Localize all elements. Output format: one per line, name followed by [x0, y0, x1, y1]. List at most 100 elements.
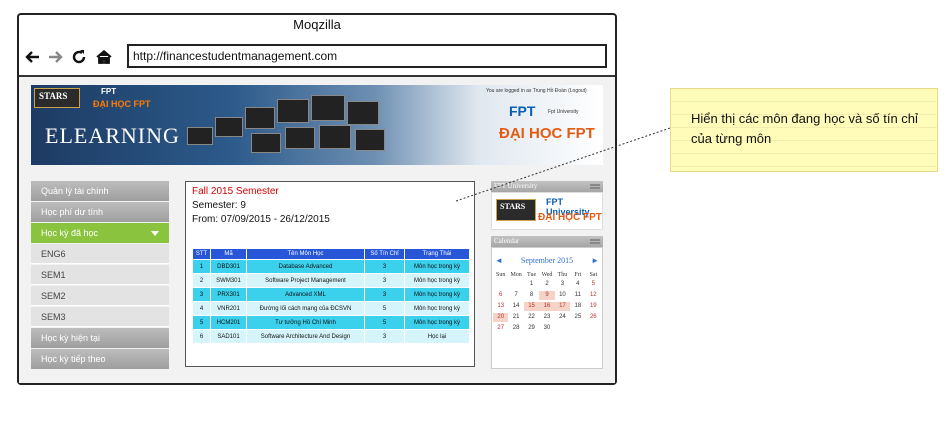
calendar-day[interactable]: 24 — [555, 313, 570, 322]
header-so-tin-chi: Số Tín Chỉ — [364, 248, 405, 260]
fpt-small-logo: FPT — [101, 87, 117, 96]
block-controls-icon[interactable] — [590, 239, 600, 244]
submenu-item-sem3[interactable]: SEM3 — [31, 307, 169, 327]
next-month-button[interactable]: ► — [591, 256, 599, 265]
daihoc-big-logo: ĐẠI HỌC FPT — [499, 125, 595, 142]
calendar-day[interactable]: 4 — [570, 280, 585, 289]
screens-graphic — [181, 93, 401, 159]
forward-arrow-icon[interactable] — [45, 46, 67, 68]
menu-item-hoc-ky-hien-tai[interactable]: Học kỳ hiện tại — [31, 328, 169, 348]
calendar-day[interactable]: 11 — [570, 291, 585, 300]
back-arrow-icon[interactable] — [21, 46, 43, 68]
cell-credits: 3 — [364, 287, 405, 302]
calendar-title: Calendar — [494, 237, 520, 245]
calendar-day[interactable]: 25 — [570, 313, 585, 322]
calendar-day[interactable]: 15 — [523, 302, 540, 311]
table-row: 5 HCM201 Tư tưởng Hồ Chí Minh 5 Môn học … — [192, 315, 470, 330]
logged-in-text: You are logged in as Trung Hồ Đoàn (Logo… — [486, 88, 587, 94]
block-controls-icon[interactable] — [590, 184, 600, 189]
cell-code: HCM201 — [210, 315, 247, 330]
calendar-day[interactable]: 26 — [586, 313, 601, 322]
weekday-label: Wed — [541, 272, 553, 278]
reload-icon[interactable] — [69, 46, 91, 68]
calendar-day[interactable]: 27 — [493, 324, 508, 333]
semester-panel: Fall 2015 Semester Semester: 9 From: 07/… — [185, 181, 475, 367]
fpt-logo-box: STARS FPT University ĐẠI HỌC FPT — [491, 192, 603, 230]
menu-item-label: Học kỳ đã học — [41, 228, 99, 238]
cell-code: SAD101 — [210, 329, 247, 344]
cell-status: Môn học trong kỳ — [404, 273, 470, 288]
calendar-day[interactable]: 23 — [539, 313, 554, 322]
weekday-label: Sat — [589, 272, 598, 278]
cell-code: VNR201 — [210, 301, 247, 316]
calendar-empty-cell — [570, 324, 585, 333]
calendar-day[interactable]: 18 — [570, 302, 585, 311]
weekday-label: Fri — [574, 272, 582, 278]
weekday-label: Mon — [510, 272, 522, 278]
calendar-day[interactable]: 6 — [493, 291, 508, 300]
calendar-day[interactable]: 30 — [539, 324, 554, 333]
menu-item-hoc-ky-tiep-theo[interactable]: Học kỳ tiếp theo — [31, 349, 169, 369]
calendar-empty-cell — [493, 280, 508, 289]
menu-item-hoc-phi-du-tinh[interactable]: Học phí dư tính — [31, 202, 169, 222]
calendar-day[interactable]: 2 — [539, 280, 554, 289]
submenu-item-sem2[interactable]: SEM2 — [31, 286, 169, 306]
calendar-day[interactable]: 9 — [539, 291, 555, 300]
cell-status: Môn học trong kỳ — [404, 287, 470, 302]
calendar-day[interactable]: 1 — [524, 280, 539, 289]
cell-course-name: Software Project Management — [246, 273, 365, 288]
submenu-item-sem1[interactable]: SEM1 — [31, 265, 169, 285]
semester-number: Semester: 9 — [192, 200, 246, 211]
cell-course-name: Software Architecture And Design — [246, 329, 365, 344]
cell-status: Môn học trong kỳ — [404, 259, 470, 274]
calendar-day[interactable]: 16 — [539, 302, 555, 311]
calendar-day[interactable]: 12 — [586, 291, 601, 300]
calendar-day[interactable]: 3 — [555, 280, 570, 289]
cell-credits: 5 — [364, 315, 405, 330]
cell-code: PRX301 — [210, 287, 247, 302]
header-ten-mon-hoc: Tên Môn Học — [246, 248, 365, 260]
calendar-day[interactable]: 29 — [524, 324, 539, 333]
cell-stt: 1 — [192, 259, 211, 274]
menu-item-hoc-ky-da-hoc[interactable]: Học kỳ đã học — [31, 223, 169, 243]
cell-credits: 5 — [364, 301, 405, 316]
cell-course-name: Tư tưởng Hồ Chí Minh — [246, 315, 365, 330]
left-menu: Quản lý tài chính Học phí dư tính Học kỳ… — [31, 181, 169, 370]
cell-code: DBD301 — [210, 259, 247, 274]
cell-status: Môn học trong kỳ — [404, 315, 470, 330]
table-row: 6 SAD101 Software Architecture And Desig… — [192, 329, 470, 344]
cell-course-name: Advanced XML — [246, 287, 365, 302]
calendar-day[interactable]: 10 — [555, 291, 570, 300]
calendar-day[interactable]: 13 — [493, 302, 508, 311]
calendar-day[interactable]: 22 — [524, 313, 539, 322]
cell-stt: 4 — [192, 301, 211, 316]
calendar-day[interactable]: 20 — [493, 313, 509, 322]
submenu-item-eng6[interactable]: ENG6 — [31, 244, 169, 264]
chevron-down-icon — [151, 231, 159, 236]
calendar-day[interactable]: 14 — [508, 302, 523, 311]
calendar-empty-cell — [508, 280, 523, 289]
calendar-grid: Sun Mon Tue Wed Thu Fri Sat 1 2 3 4 5 6 7 8 9 10 11 12 13 14… — [493, 272, 601, 333]
address-bar[interactable]: http://financestudentmanagement.com — [127, 44, 607, 68]
menu-item-quan-ly-tai-chinh[interactable]: Quản lý tài chính — [31, 181, 169, 201]
calendar-day[interactable]: 17 — [554, 302, 571, 311]
daihoc-small-logo: ĐẠI HỌC FPT — [93, 99, 151, 109]
home-icon[interactable] — [93, 46, 115, 68]
calendar-day[interactable]: 8 — [524, 291, 539, 300]
semester-dates: From: 07/09/2015 - 26/12/2015 — [192, 214, 330, 225]
calendar-day[interactable]: 5 — [586, 280, 601, 289]
cell-code: SWM301 — [210, 273, 247, 288]
browser-toolbar: http://financestudentmanagement.com — [19, 41, 615, 73]
calendar-day[interactable]: 19 — [586, 302, 601, 311]
cell-status: Học lại — [404, 329, 470, 344]
calendar-header: Calendar — [491, 236, 603, 247]
calendar: ◄ September 2015 ► Sun Mon Tue Wed Thu Fri Sat… — [491, 247, 603, 369]
cell-course-name: Database Advanced — [246, 259, 365, 274]
stars-logo: STARS — [34, 88, 80, 108]
cell-stt: 5 — [192, 315, 211, 330]
table-row: 1 DBD301 Database Advanced 3 Môn học tro… — [192, 259, 470, 274]
table-row: 3 PRX301 Advanced XML 3 Môn học trong kỳ — [192, 287, 470, 302]
calendar-day[interactable]: 7 — [508, 291, 523, 300]
calendar-day[interactable]: 28 — [508, 324, 523, 333]
calendar-day[interactable]: 21 — [508, 313, 523, 322]
